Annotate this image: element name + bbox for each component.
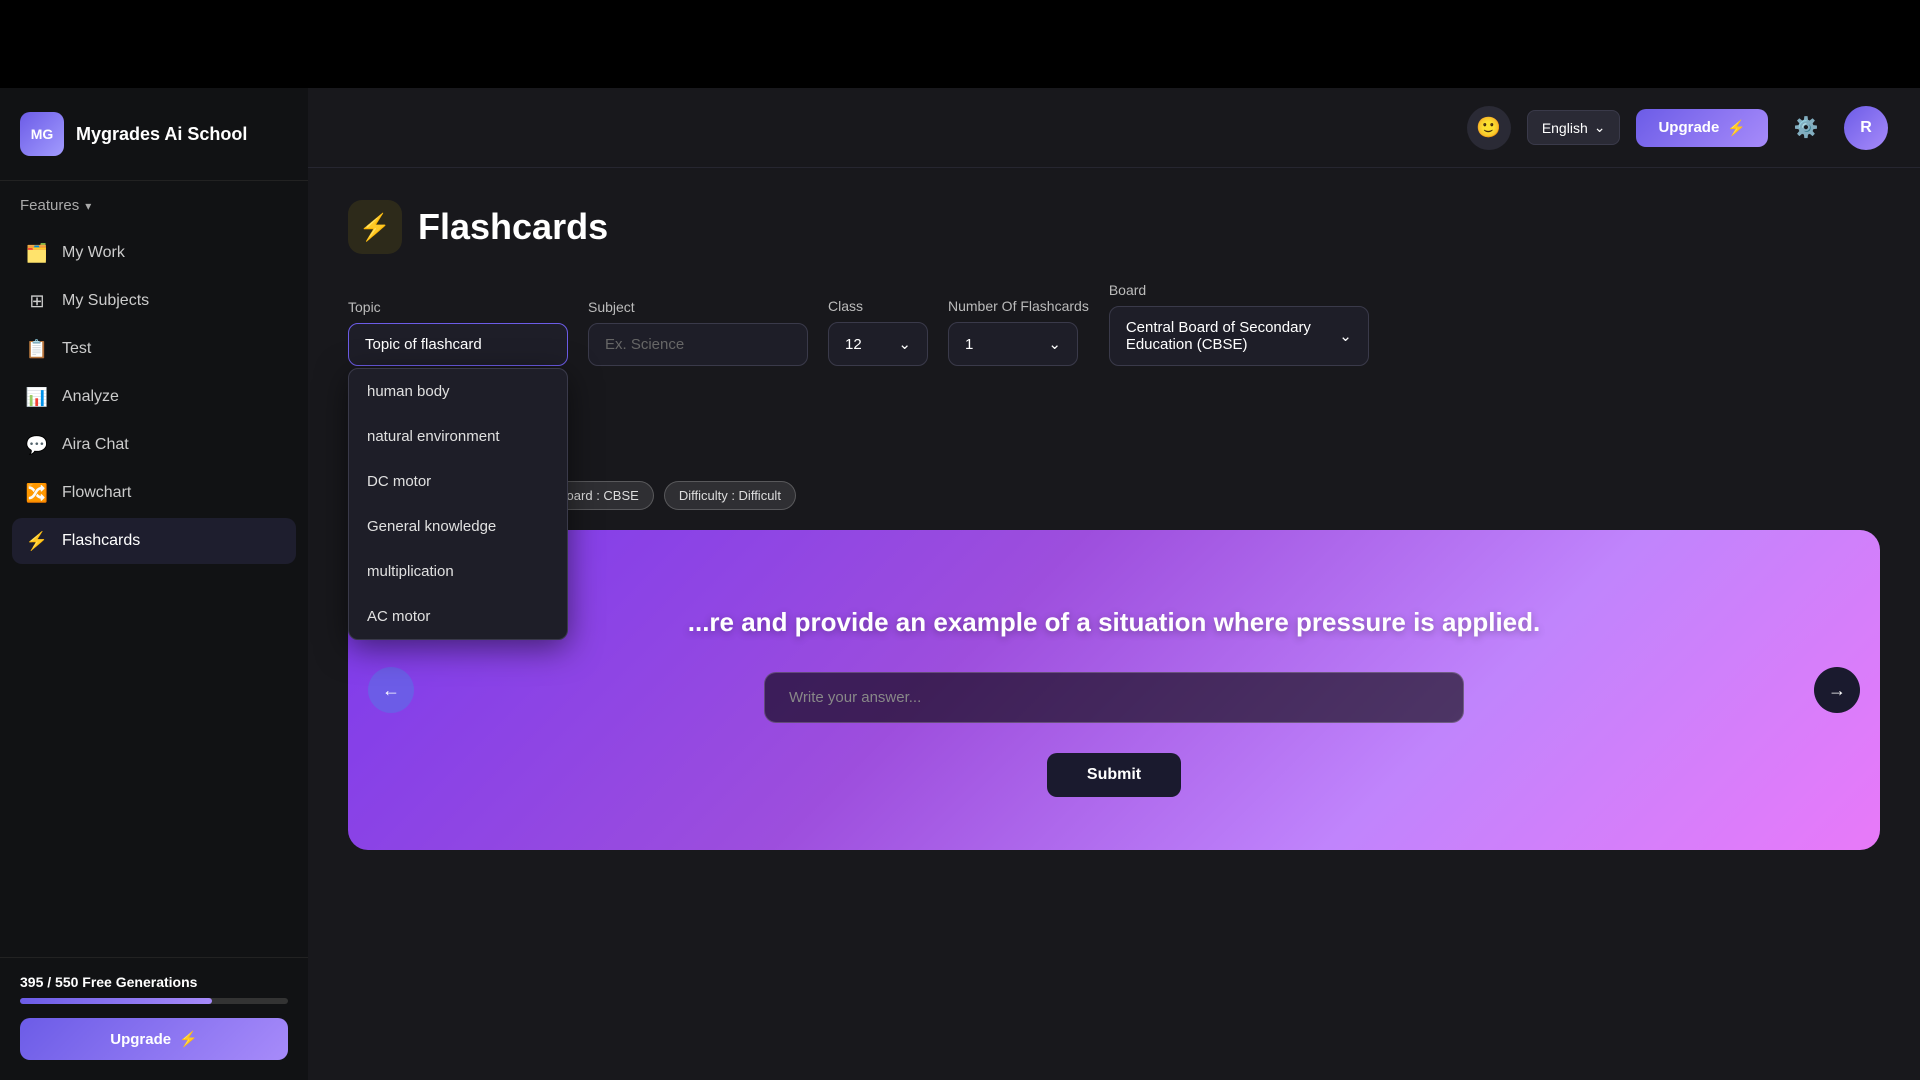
sidebar-logo[interactable]: MG Mygrades Ai School [0, 88, 308, 181]
number-value: 1 [965, 336, 973, 353]
flashcard-question: ...re and provide an example of a situat… [688, 603, 1540, 642]
upgrade-label: Upgrade [110, 1031, 171, 1048]
suggestion-dc-motor[interactable]: DC motor [349, 459, 567, 504]
flashcards-icon: ⚡ [26, 530, 48, 552]
logo-icon: MG [20, 112, 64, 156]
sidebar-item-test[interactable]: 📋 Test [12, 326, 296, 372]
chat-icon: 💬 [26, 434, 48, 456]
flowchart-icon: 🔀 [26, 482, 48, 504]
board-label: Board [1109, 282, 1369, 298]
subject-input[interactable] [588, 323, 808, 366]
sidebar: MG Mygrades Ai School Features ▾ 🗂️ My W… [0, 88, 308, 1080]
avatar[interactable]: R [1844, 106, 1888, 150]
features-label: Features [20, 197, 79, 214]
avatar-initial: R [1860, 119, 1872, 137]
flashcard-area: ← ...re and provide an example of a situ… [348, 530, 1880, 850]
class-label: Class [828, 298, 928, 314]
topic-label: Topic [348, 299, 568, 315]
page-title-row: ⚡ Flashcards [348, 200, 1880, 254]
number-group: Number Of Flashcards 1 ⌄ [948, 298, 1089, 366]
right-arrow-icon: → [1828, 680, 1846, 701]
chevron-down-icon: ⌄ [898, 335, 911, 353]
upgrade-button-header[interactable]: Upgrade ⚡ [1636, 109, 1768, 147]
gear-icon: ⚙️ [1794, 115, 1819, 140]
emoji-button[interactable]: 🙂 [1467, 106, 1511, 150]
prev-card-button[interactable]: ← [368, 667, 414, 713]
board-value: Central Board of Secondary Education (CB… [1126, 319, 1331, 353]
answer-input[interactable] [764, 672, 1464, 723]
analyze-icon: 📊 [26, 386, 48, 408]
topic-group: Topic human body natural environment DC … [348, 299, 568, 366]
work-icon: 🗂️ [26, 242, 48, 264]
topic-input[interactable] [348, 323, 568, 366]
features-header[interactable]: Features ▾ [0, 181, 308, 222]
chevron-down-icon: ⌄ [1048, 335, 1061, 353]
flashcards-page-icon: ⚡ [359, 212, 391, 243]
topic-dropdown: human body natural environment DC motor … [348, 368, 568, 640]
sidebar-item-flowchart[interactable]: 🔀 Flowchart [12, 470, 296, 516]
sidebar-item-aira-chat[interactable]: 💬 Aira Chat [12, 422, 296, 468]
submit-button[interactable]: Submit [1047, 753, 1181, 797]
chevron-down-icon: ⌄ [1339, 327, 1352, 345]
subject-group: Subject [588, 299, 808, 366]
sidebar-item-label: Analyze [62, 388, 119, 406]
upgrade-button-sidebar[interactable]: Upgrade ⚡ [20, 1018, 288, 1060]
header: 🙂 English ⌄ Upgrade ⚡ ⚙️ R [308, 88, 1920, 168]
tag-difficulty: Difficulty : Difficult [664, 481, 796, 510]
app-name: Mygrades Ai School [76, 124, 247, 145]
subjects-icon: ⊞ [26, 290, 48, 312]
form-row: Topic human body natural environment DC … [348, 282, 1880, 366]
suggestion-natural-environment[interactable]: natural environment [349, 414, 567, 459]
sidebar-item-label: My Subjects [62, 292, 149, 310]
board-select[interactable]: Central Board of Secondary Education (CB… [1109, 306, 1369, 366]
test-icon: 📋 [26, 338, 48, 360]
upgrade-header-label: Upgrade [1658, 119, 1719, 136]
number-label: Number Of Flashcards [948, 298, 1089, 314]
class-value: 12 [845, 336, 862, 353]
upgrade-arrow-icon: ⚡ [179, 1030, 198, 1048]
tags-bar: Topic : Pr... Class : 8 Board : CBSE Dif… [348, 481, 1880, 510]
language-label: English [1542, 120, 1588, 136]
suggestion-human-body[interactable]: human body [349, 369, 567, 414]
lightning-icon: ⚡ [1727, 119, 1746, 137]
progress-bar-fill [20, 998, 212, 1004]
page-icon: ⚡ [348, 200, 402, 254]
next-card-button[interactable]: → [1814, 667, 1860, 713]
nav-items: 🗂️ My Work ⊞ My Subjects 📋 Test 📊 Analyz… [0, 222, 308, 957]
progress-bar-background [20, 998, 288, 1004]
number-select[interactable]: 1 ⌄ [948, 322, 1078, 366]
sidebar-item-analyze[interactable]: 📊 Analyze [12, 374, 296, 420]
settings-button[interactable]: ⚙️ [1784, 106, 1828, 150]
submit-label: Submit [1087, 766, 1141, 783]
difficulty-row: Difficulty Easy [348, 386, 1880, 453]
sidebar-item-label: Flashcards [62, 532, 140, 550]
sidebar-item-flashcards[interactable]: ⚡ Flashcards [12, 518, 296, 564]
suggestion-multiplication[interactable]: multiplication [349, 549, 567, 594]
sidebar-item-label: My Work [62, 244, 125, 262]
sidebar-item-label: Test [62, 340, 91, 358]
board-group: Board Central Board of Secondary Educati… [1109, 282, 1369, 366]
page-content: ⚡ Flashcards Topic human body natural en… [308, 168, 1920, 1080]
class-group: Class 12 ⌄ [828, 298, 928, 366]
generations-count: 395 / 550 Free Generations [20, 974, 288, 990]
sidebar-item-label: Aira Chat [62, 436, 129, 454]
page-title: Flashcards [418, 206, 608, 248]
suggestion-ac-motor[interactable]: AC motor [349, 594, 567, 639]
sidebar-item-my-subjects[interactable]: ⊞ My Subjects [12, 278, 296, 324]
language-selector[interactable]: English ⌄ [1527, 110, 1621, 145]
suggestion-general-knowledge[interactable]: General knowledge [349, 504, 567, 549]
top-bar [0, 0, 1920, 88]
subject-label: Subject [588, 299, 808, 315]
chevron-down-icon: ▾ [85, 199, 91, 213]
sidebar-item-my-work[interactable]: 🗂️ My Work [12, 230, 296, 276]
chevron-down-icon: ⌄ [1594, 119, 1606, 136]
sidebar-bottom: 395 / 550 Free Generations Upgrade ⚡ [0, 957, 308, 1080]
sidebar-item-label: Flowchart [62, 484, 131, 502]
class-select[interactable]: 12 ⌄ [828, 322, 928, 366]
left-arrow-icon: ← [382, 680, 400, 701]
main-content: 🙂 English ⌄ Upgrade ⚡ ⚙️ R ⚡ [308, 88, 1920, 1080]
